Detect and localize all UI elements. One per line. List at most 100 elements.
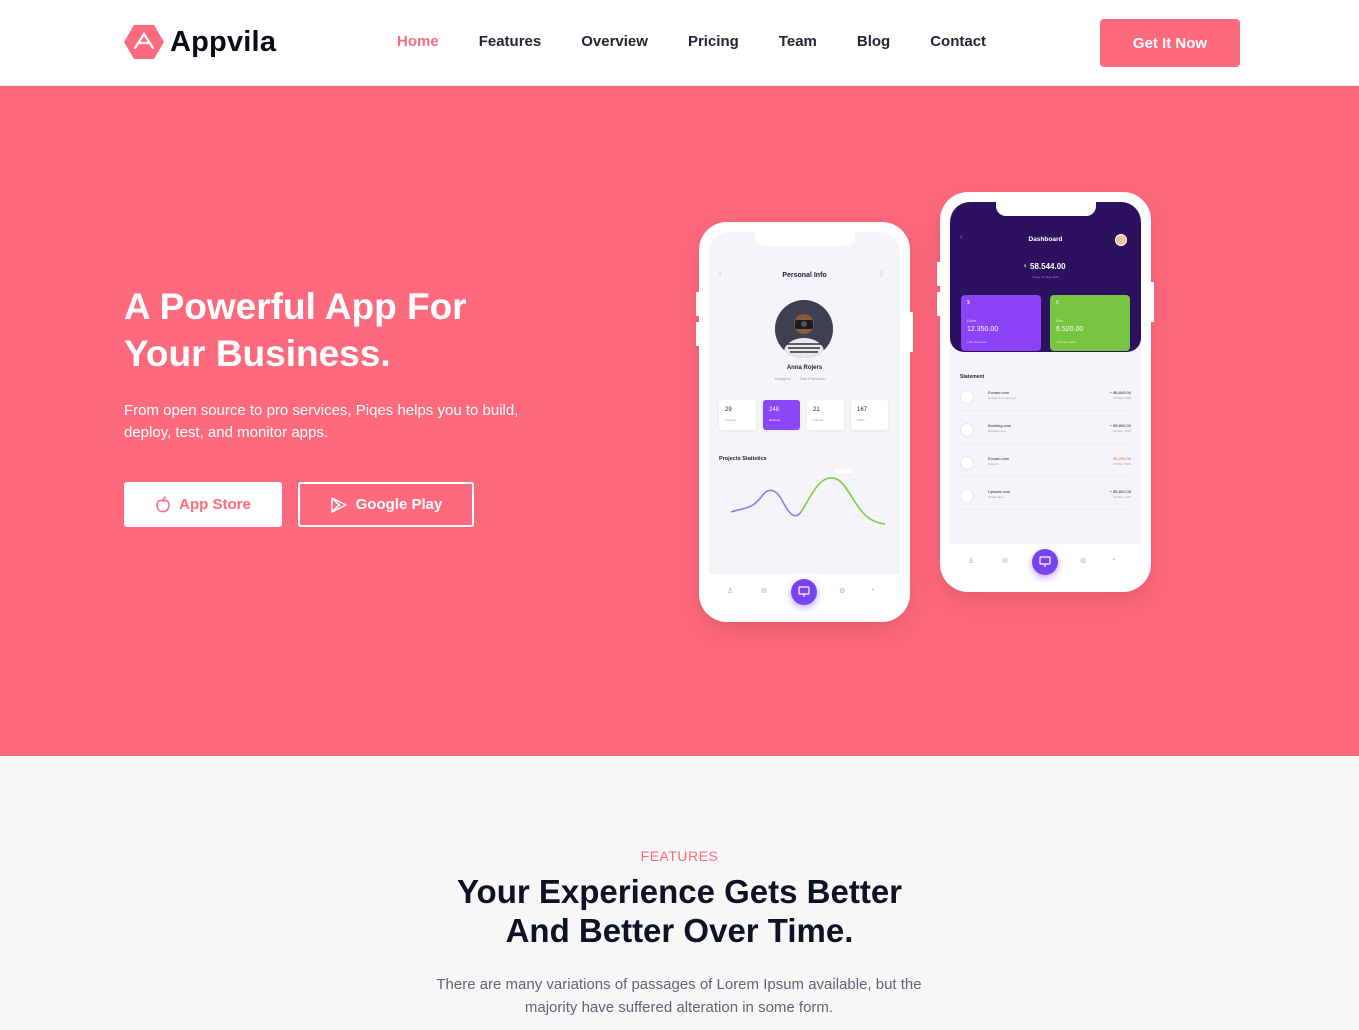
card-name: Dollar — [967, 319, 977, 323]
monitor-icon — [798, 586, 810, 597]
stat-label: Projects — [725, 418, 736, 422]
screen-title: Personal Info — [782, 272, 827, 279]
balance-date: Today, 22 May 2019 — [1032, 275, 1059, 279]
monitor-fab-button[interactable] — [1032, 549, 1058, 575]
pie-chart-icon[interactable]: ◔ — [1111, 557, 1115, 564]
avatar — [775, 300, 833, 358]
features-description: There are many variations of passages of… — [436, 976, 922, 1016]
card-value: 6.520.00 — [1056, 326, 1084, 333]
google-play-button[interactable]: Google Play — [298, 482, 474, 527]
statement-amount: + $5,800.00 — [1109, 489, 1131, 494]
card-symbol: $ — [967, 300, 970, 306]
nav-contact[interactable]: Contact — [930, 33, 986, 50]
phone-side-button — [696, 292, 699, 316]
brand-name: Appvila — [170, 25, 277, 58]
card-name: Euro — [1056, 319, 1064, 323]
features-title-line2: And Better Over Time. — [505, 912, 854, 949]
stat-card: 167 Tasks — [851, 400, 888, 430]
statement-date: 18 May, 2019 — [1113, 396, 1131, 400]
stat-label: Friends — [813, 418, 824, 422]
mail-icon[interactable]: ✉ — [761, 587, 767, 595]
stat-value: 21 — [813, 407, 820, 413]
statement-row[interactable]: Envato.com Support - $3,200.00 18 May, 2… — [960, 449, 1131, 477]
card-value: 12.350.00 — [967, 326, 999, 333]
nav-overview[interactable]: Overview — [581, 33, 648, 50]
phone-side-button — [910, 312, 913, 352]
statement-name: Booking.com — [988, 423, 1012, 428]
features-title: Your Experience Gets Better And Better O… — [0, 872, 1359, 950]
phone-mockup-dashboard: ‹ Dashboard $ 58.544.00 Today, 22 May 20… — [937, 192, 1154, 592]
profile-location: San Francisco — [800, 376, 826, 381]
statement-amount: - $3,200.00 — [1110, 456, 1131, 461]
settings-icon[interactable]: ⚙ — [1080, 557, 1086, 565]
statement-sub: Design Development — [988, 396, 1016, 400]
nav-team[interactable]: Team — [779, 33, 817, 50]
statement-amount: + €5,800.00 — [1109, 423, 1131, 428]
currency-card: $ Dollar 12.350.00 +5% last week — [961, 295, 1041, 351]
nav-blog[interactable]: Blog — [857, 33, 890, 50]
grid-icon: ⠿ — [879, 272, 885, 279]
statement-row[interactable]: Booking.com Development + €5,800.00 18 M… — [960, 416, 1131, 444]
phone-notch — [995, 202, 1096, 216]
statement-row[interactable]: Envato.com Design Development + $5,800.0… — [960, 383, 1131, 411]
user-icon[interactable]: ♙ — [727, 587, 733, 595]
statement-title: Statement — [960, 374, 985, 380]
settings-icon[interactable]: ⚙ — [839, 587, 845, 595]
logo[interactable]: Appvila — [124, 22, 276, 62]
phone-side-button — [1151, 282, 1154, 322]
card-symbol: € — [1056, 300, 1059, 306]
stat-label: Reviews — [769, 418, 781, 422]
profile-role: Designer — [775, 376, 792, 381]
main-nav: Home Features Overview Pricing Team Blog… — [397, 33, 1026, 50]
play-store-icon — [330, 496, 347, 513]
balance-currency: $ — [1024, 263, 1027, 268]
google-play-label: Google Play — [355, 496, 443, 513]
nav-home[interactable]: Home — [397, 33, 439, 50]
statement-date: 18 May, 2019 — [1113, 429, 1131, 433]
avatar — [1115, 234, 1127, 246]
statistics-chart — [727, 468, 892, 529]
get-it-now-button[interactable]: Get It Now — [1100, 19, 1240, 67]
phone-screen: ‹ Personal Info ⠿ Anna Rojers Designer S… — [709, 232, 900, 612]
phone-side-button — [696, 322, 699, 346]
app-store-label: App Store — [179, 496, 251, 513]
hero-section: A Powerful App For Your Business. From o… — [0, 86, 1359, 756]
stat-value: 29 — [725, 407, 732, 413]
monitor-fab-button[interactable] — [791, 579, 817, 605]
phone-mockup-profile: ‹ Personal Info ⠿ Anna Rojers Designer S… — [696, 222, 913, 622]
balance-value: 58.544.00 — [1030, 262, 1066, 271]
nav-pricing[interactable]: Pricing — [688, 33, 739, 50]
nav-features[interactable]: Features — [479, 33, 542, 50]
app-store-button[interactable]: App Store — [124, 482, 282, 527]
currency-card: € Euro 6.520.00 +5% last week — [1050, 295, 1130, 351]
phone-screen: ‹ Dashboard $ 58.544.00 Today, 22 May 20… — [950, 202, 1141, 582]
statement-sub: Support — [988, 462, 999, 466]
stat-card: 21 Friends — [807, 400, 844, 430]
statement-sub: Mobile Apps — [988, 495, 1005, 499]
statement-icon — [960, 390, 974, 404]
phone-side-button — [937, 262, 940, 286]
card-note: +5% last week — [1056, 340, 1076, 344]
statement-icon — [960, 456, 974, 470]
user-icon[interactable]: ♙ — [968, 557, 974, 565]
statement-name: Envato.com — [988, 456, 1010, 461]
features-title-line1: Your Experience Gets Better — [456, 873, 903, 910]
features-tag: FEATURES — [640, 848, 719, 864]
statement-sub: Development — [988, 429, 1006, 433]
statement-date: 18 May, 2019 — [1113, 495, 1131, 499]
site-header: Appvila Home Features Overview Pricing T… — [0, 0, 1359, 86]
stat-value: 167 — [857, 407, 868, 413]
chart-title: Projects Statistics — [719, 456, 767, 462]
statement-date: 18 May, 2019 — [1113, 462, 1131, 466]
statement-row[interactable]: Upwork.com Mobile Apps + $5,800.00 18 Ma… — [960, 482, 1131, 510]
hero-description: From open source to pro services, Piqes … — [124, 402, 519, 441]
pie-chart-icon[interactable]: ◔ — [870, 587, 874, 594]
features-section: FEATURES Your Experience Gets Better And… — [0, 756, 1359, 1030]
statement-icon — [960, 423, 974, 437]
mail-icon[interactable]: ✉ — [1002, 557, 1008, 565]
statement-icon — [960, 489, 974, 503]
stat-card: 248 Reviews — [763, 400, 800, 430]
hero-title: A Powerful App For Your Business. — [124, 283, 584, 377]
statement-amount: + $5,800.00 — [1109, 390, 1131, 395]
hero-title-line2: Your Business. — [124, 333, 391, 374]
